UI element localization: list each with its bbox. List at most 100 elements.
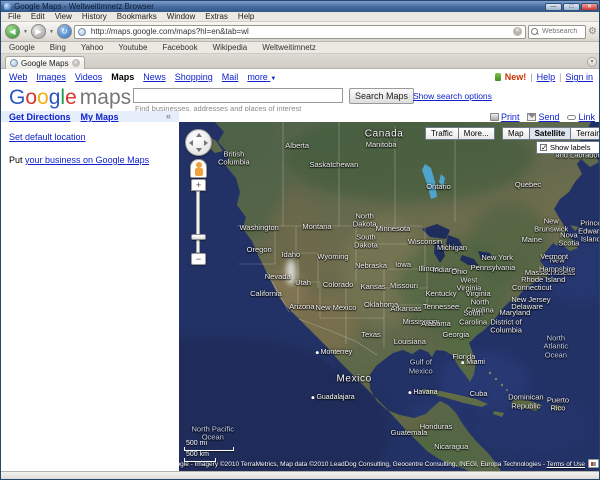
map-label-nicaragua: Nicaragua [434,441,469,451]
map-label-kansas: Kansas [360,282,386,292]
zoom-out-button[interactable]: − [191,253,206,265]
pegman-street-view-control[interactable] [190,159,207,178]
my-maps-link[interactable]: My Maps [81,112,119,122]
stop-icon[interactable]: ✕ [513,27,523,36]
nav-more-link[interactable]: more ▼ [247,72,276,82]
bookmark-wikipedia[interactable]: Wikipedia [211,42,259,54]
sign-in-link[interactable]: Sign in [565,72,593,82]
map-labels-layer: Canada Mexico British Columbia Alberta Saska… [179,122,600,471]
account-links: New! | Help | Sign in [494,72,593,82]
map-actions: Print Send Link [489,111,595,122]
bookmark-yahoo[interactable]: Yahoo [79,42,115,54]
show-labels-option[interactable]: ✓ Show labels [536,141,599,154]
nav-link-mail[interactable]: Mail [222,72,239,82]
show-search-options-link[interactable]: Show search options [413,91,492,101]
link-action[interactable]: Link [567,112,595,122]
nav-link-images[interactable]: Images [36,72,66,82]
map-button-map[interactable]: Map [502,127,530,140]
map-label-texas: Texas [361,329,381,339]
bookmark-youtube[interactable]: Youtube [116,42,158,54]
bookmark-facebook[interactable]: Facebook [160,42,208,54]
tab-list-button[interactable]: ▾ [587,57,597,67]
bookmark-weltweitimnetz[interactable]: Weltweitimnetz [260,42,327,54]
chain-link-icon [567,115,577,120]
maps-search-input[interactable] [133,88,343,103]
map-label-maine: Maine [521,234,542,244]
pan-up-icon[interactable] [196,133,202,137]
map-label-pennsylvania: Pennsylvania [470,262,516,272]
map-button-terrain[interactable]: Terrain [570,127,599,140]
menu-help[interactable]: Help [233,12,259,22]
close-button[interactable]: ✕ [581,2,598,11]
logo-google: Google [9,86,77,109]
pan-down-icon[interactable] [196,148,202,152]
maps-header: Google maps Search Maps Show search optio… [1,85,599,113]
set-default-location-link[interactable]: Set default location [9,132,86,142]
send-action[interactable]: Send [527,112,559,122]
map-button-more[interactable]: More... [457,127,495,140]
tab-google-maps[interactable]: Google Maps ✕ [5,56,85,69]
map-label-district-of-columbia: District of Columbia [490,317,522,335]
map-label-british-columbia: British Columbia [218,149,250,167]
sidebar-collapse-button[interactable]: « [166,112,171,121]
map-label-michigan: Michigan [437,242,468,252]
menu-file[interactable]: File [3,12,26,22]
map-label-nevada: Nevada [264,271,291,281]
nav-link-web[interactable]: Web [9,72,27,82]
reload-button[interactable]: ↻ [56,24,72,39]
pegman-icon [195,162,203,176]
map-pan-control[interactable] [185,129,212,156]
nav-link-videos[interactable]: Videos [75,72,102,82]
forward-button[interactable]: ▶ [30,24,46,39]
menu-window[interactable]: Window [162,12,200,22]
search-icon [531,28,539,35]
map-label-honduras: Honduras [419,421,453,431]
map-label-nova-scotia: Nova Scotia [558,230,580,248]
search-maps-button[interactable]: Search Maps [349,88,415,104]
map-viewport[interactable]: Canada Mexico British Columbia Alberta Saska… [179,122,600,471]
url-input[interactable] [88,26,511,37]
bookmark-bing[interactable]: Bing [48,42,77,54]
map-label-prince-edward-island: Prince Edward Island [578,217,600,244]
map-label-mississippi: Mississippi [402,317,439,327]
show-labels-checkbox[interactable]: ✓ [540,144,547,151]
map-label-quebec: Quebec [514,179,542,189]
get-directions-link[interactable]: Get Directions [9,112,71,122]
map-label-minnesota: Minnesota [375,223,411,233]
bookmark-google[interactable]: Google [7,42,46,54]
map-button-satellite[interactable]: Satellite [528,127,572,140]
nav-link-news[interactable]: News [143,72,166,82]
map-label-vermont: Vermont [540,251,569,261]
map-label-manitoba: Manitoba [365,139,397,149]
back-history-caret-icon[interactable]: ▼ [22,29,29,35]
websearch-input[interactable] [540,27,584,36]
pan-left-icon[interactable] [189,140,193,146]
map-label-kentucky: Kentucky [425,289,457,299]
forward-history-caret-icon[interactable]: ▼ [48,29,55,35]
site-favicon-icon [77,27,86,36]
help-link[interactable]: Help [537,72,556,82]
zoom-in-button[interactable]: + [191,179,206,191]
map-label-miami: Miami [461,359,485,367]
map-label-montana: Montana [302,221,332,231]
pan-right-icon[interactable] [204,140,208,146]
new-badge[interactable]: New! [505,72,527,82]
your-business-link[interactable]: your business on Google Maps [25,155,149,165]
minimize-button[interactable]: — [545,2,562,11]
map-report-icon[interactable] [588,459,599,468]
zoom-slider-track[interactable] [196,191,200,253]
terms-of-use-link[interactable]: Terms of Use [547,461,585,468]
tab-close-icon[interactable]: ✕ [71,59,80,67]
menu-edit[interactable]: Edit [26,12,50,22]
zoom-slider-handle[interactable] [191,234,206,240]
menu-bookmarks[interactable]: Bookmarks [112,12,162,22]
gear-icon[interactable]: ⚙ [588,26,597,37]
nav-link-shopping[interactable]: Shopping [175,72,213,82]
menu-view[interactable]: View [50,12,77,22]
map-button-traffic[interactable]: Traffic [425,127,459,140]
maximize-button[interactable]: □ [563,2,580,11]
menu-extras[interactable]: Extras [200,12,233,22]
back-button[interactable]: ◀ [5,24,20,39]
print-action[interactable]: Print [489,112,519,122]
menu-history[interactable]: History [77,12,112,22]
